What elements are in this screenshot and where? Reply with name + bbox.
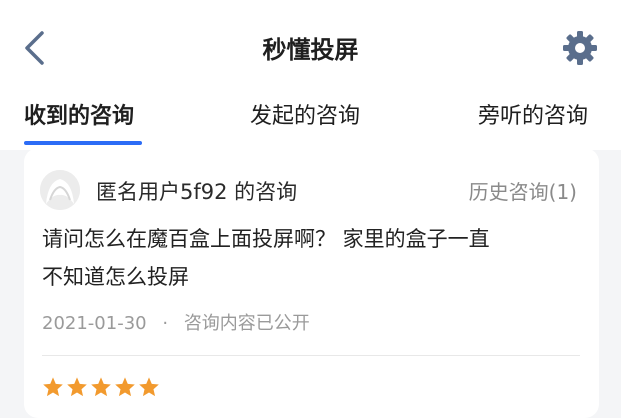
star-icon: [91, 377, 111, 397]
question-line-2: 不知道怎么投屏: [42, 265, 189, 289]
visibility-status: 咨询内容已公开: [183, 313, 310, 334]
settings-button[interactable]: [560, 28, 600, 68]
divider: [42, 355, 580, 356]
tab-received[interactable]: 收到的咨询: [24, 98, 134, 130]
star-icon: [115, 377, 135, 397]
tab-initiated[interactable]: 发起的咨询: [250, 98, 360, 130]
star-icon: [67, 377, 87, 397]
active-tab-indicator: [24, 141, 142, 145]
star-icon: [139, 377, 159, 397]
consultation-date: 2021-01-30: [42, 313, 147, 334]
navigation-bar: 秒懂投屏: [0, 0, 621, 92]
consultation-meta: 2021-01-30 · 咨询内容已公开: [42, 309, 310, 335]
page-title: 秒懂投屏: [262, 36, 359, 64]
avatar: [40, 170, 80, 210]
tab-listened[interactable]: 旁听的咨询: [478, 98, 588, 130]
gear-icon: [563, 31, 597, 65]
tab-bar: 收到的咨询 发起的咨询 旁听的咨询: [0, 98, 621, 148]
meta-separator: ·: [162, 313, 169, 334]
consultation-card[interactable]: 匿名用户5f92 的咨询 历史咨询(1) 请问怎么在魔百盒上面投屏啊？ 家里的盒…: [24, 148, 599, 418]
history-consultation-link[interactable]: 历史咨询(1): [469, 176, 577, 205]
consultation-user-label: 匿名用户5f92 的咨询: [96, 180, 298, 204]
question-text: 请问怎么在魔百盒上面投屏啊？ 家里的盒子一直 不知道怎么投屏: [42, 220, 582, 296]
anonymous-user-icon: [40, 170, 80, 210]
star-icon: [43, 377, 63, 397]
star-rating: [42, 376, 160, 398]
top-bar: 秒懂投屏 收到的咨询 发起的咨询 旁听的咨询: [0, 0, 621, 150]
question-line-1: 请问怎么在魔百盒上面投屏啊？ 家里的盒子一直: [42, 227, 490, 251]
